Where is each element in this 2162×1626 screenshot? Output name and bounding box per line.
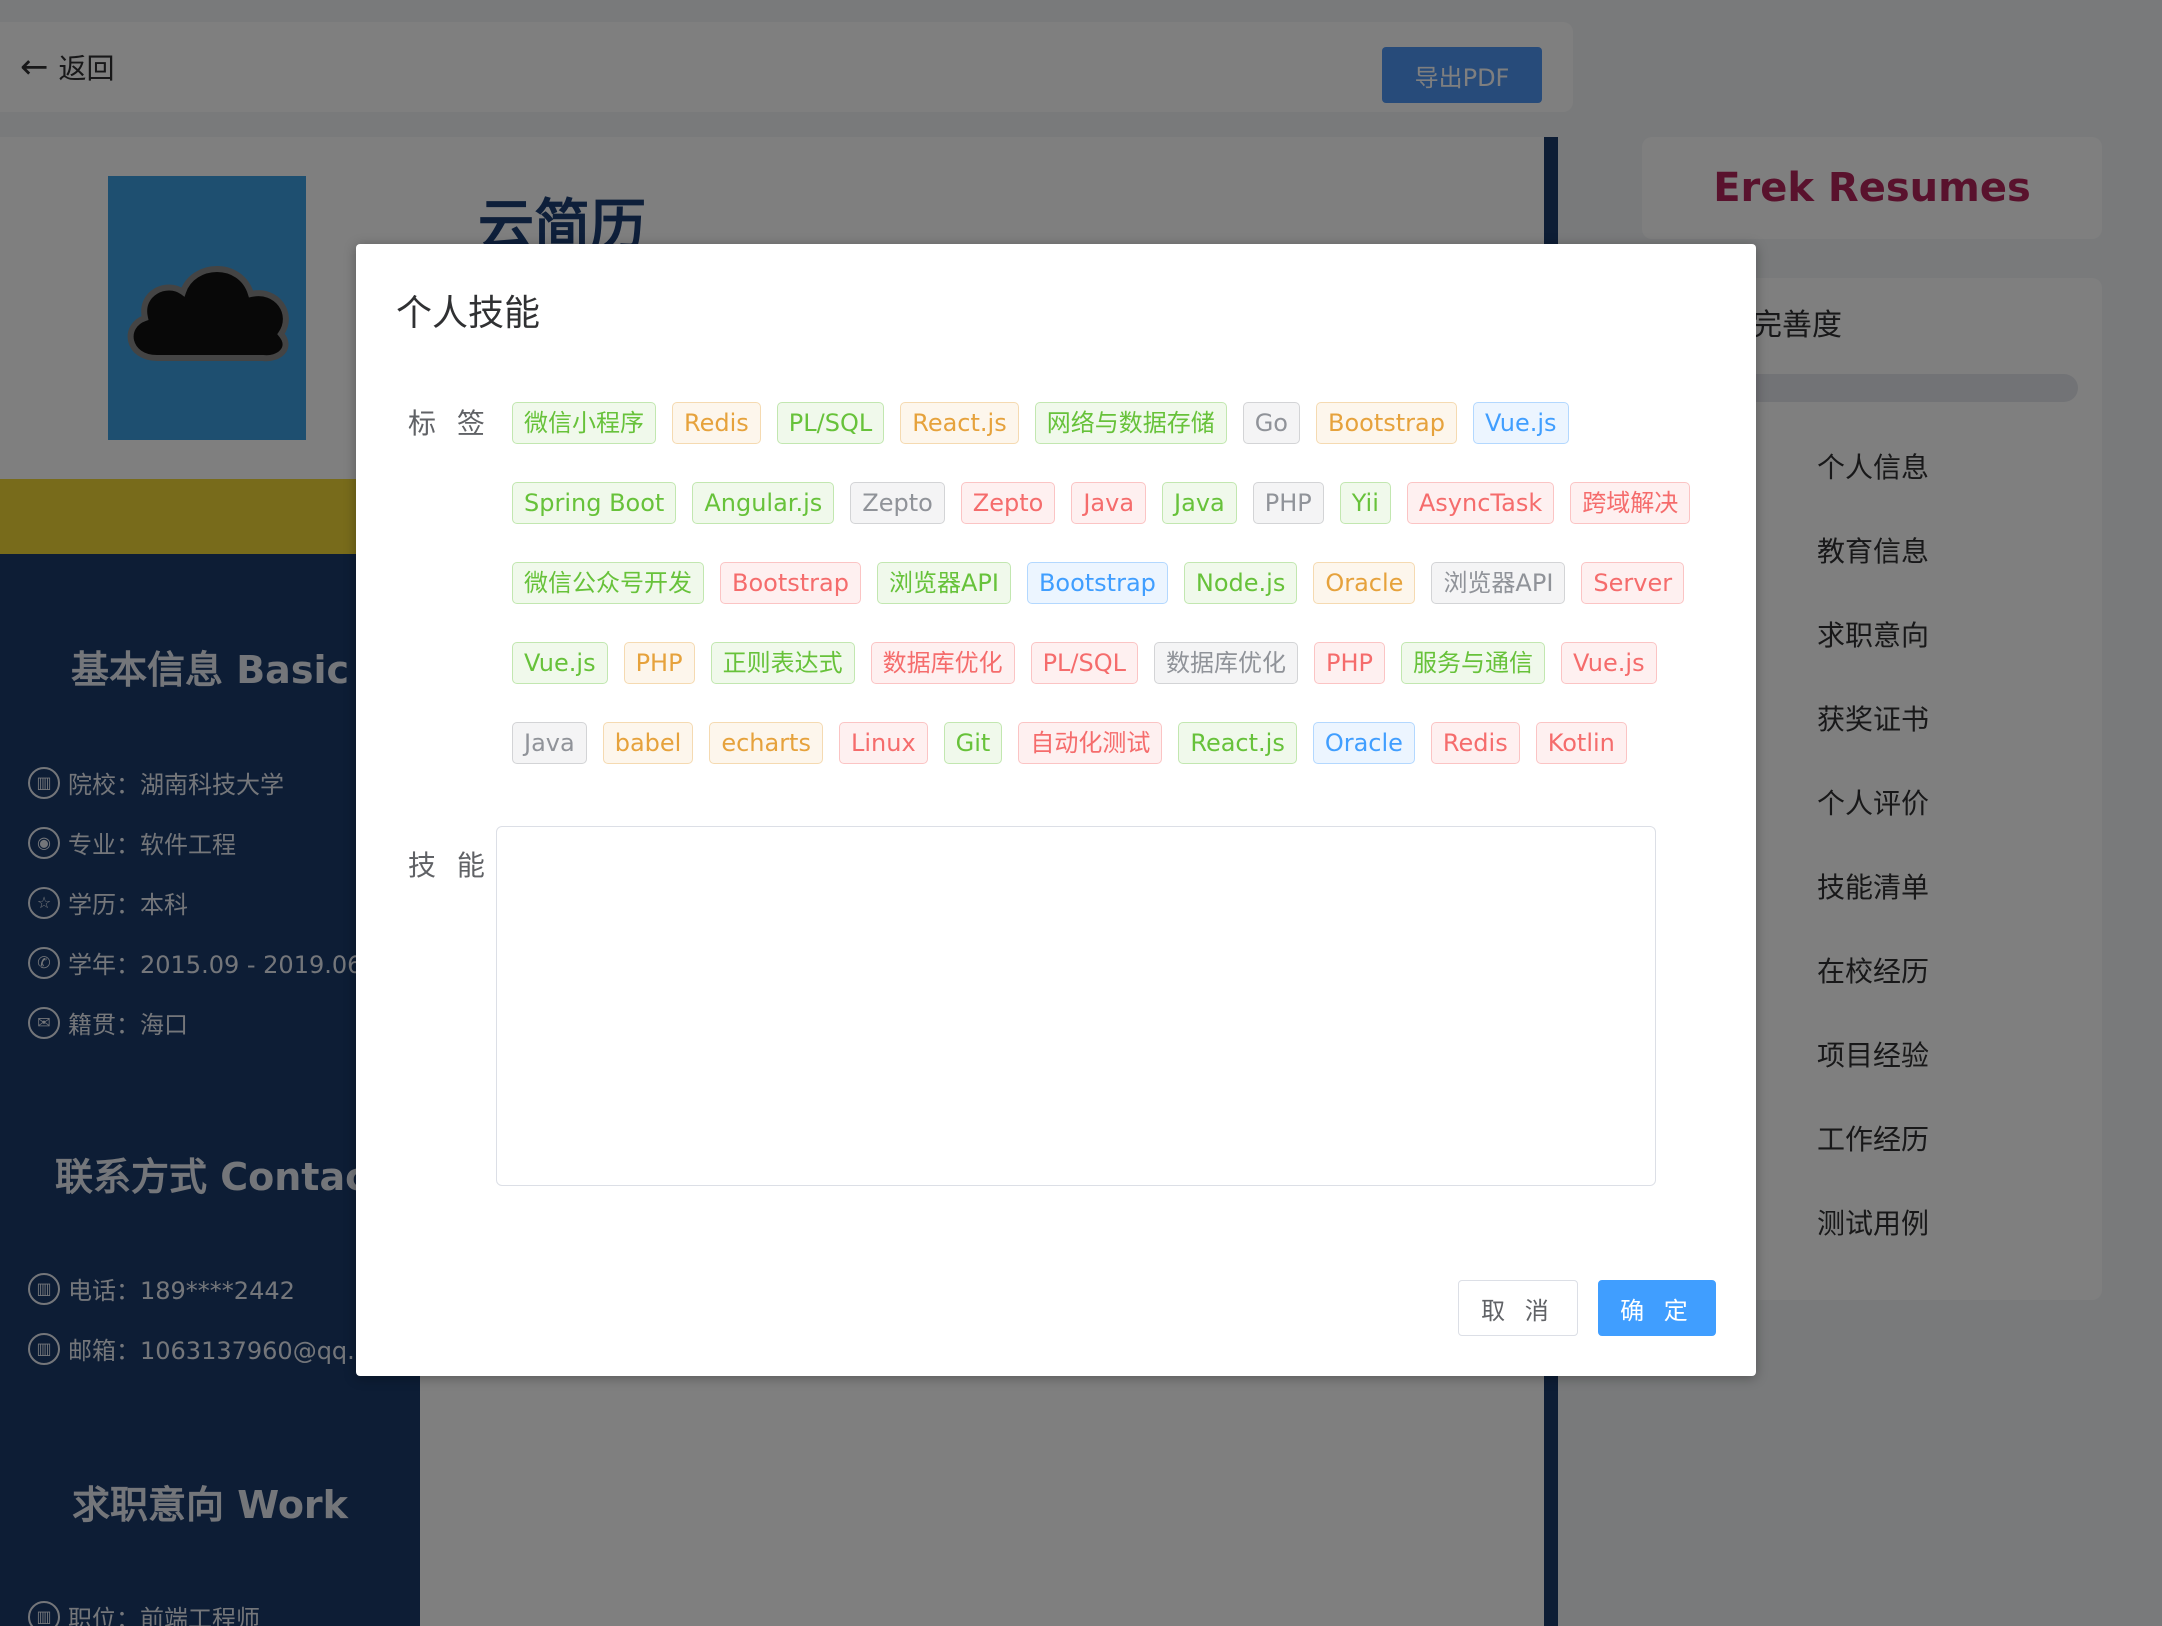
skill-tag[interactable]: Redis	[672, 402, 761, 444]
skill-tag[interactable]: Bootstrap	[1026, 562, 1168, 604]
skill-tag[interactable]: AsyncTask	[1406, 482, 1555, 524]
skill-tag[interactable]: PL/SQL	[776, 402, 885, 444]
skills-label: 技 能	[408, 849, 491, 882]
skill-tag[interactable]: PHP	[623, 642, 695, 684]
skill-tag[interactable]: React.js	[900, 402, 1019, 444]
skill-tag[interactable]: Bootstrap	[720, 562, 861, 604]
skill-tag[interactable]: echarts	[709, 722, 823, 764]
skill-tag[interactable]: Kotlin	[1535, 722, 1627, 764]
skill-tag[interactable]: 自动化测试	[1018, 722, 1163, 764]
skill-tag[interactable]: 跨域解决	[1570, 482, 1691, 524]
skill-tag[interactable]: 微信公众号开发	[512, 562, 704, 604]
skill-tag[interactable]: Angular.js	[692, 482, 835, 524]
skill-tag[interactable]: Spring Boot	[512, 482, 677, 524]
skill-tag[interactable]: Java	[1162, 482, 1237, 524]
skill-tag[interactable]: 服务与通信	[1401, 642, 1546, 684]
skill-tag[interactable]: Node.js	[1183, 562, 1298, 604]
skill-tag[interactable]: Redis	[1430, 722, 1520, 764]
skill-tag[interactable]: 浏览器API	[876, 562, 1011, 604]
tag-list: 微信小程序 Redis PL/SQL React.js 网络与数据存储 Go Bootstr…	[512, 402, 1712, 802]
skill-tag[interactable]: React.js	[1178, 722, 1297, 764]
skill-tag[interactable]: Zepto	[960, 482, 1056, 524]
skill-tag[interactable]: PL/SQL	[1030, 642, 1139, 684]
skill-tag[interactable]: 数据库优化	[870, 642, 1015, 684]
skill-tag[interactable]: babel	[602, 722, 694, 764]
skill-tag[interactable]: Zepto	[850, 482, 945, 524]
skill-tag[interactable]: Oracle	[1313, 562, 1416, 604]
cancel-button[interactable]: 取 消	[1458, 1280, 1578, 1336]
dialog-title: 个人技能	[396, 293, 541, 334]
skill-tag[interactable]: Vue.js	[512, 642, 608, 684]
confirm-button[interactable]: 确 定	[1598, 1280, 1716, 1336]
skill-tag[interactable]: Vue.js	[1561, 642, 1657, 684]
skill-tag[interactable]: Vue.js	[1472, 402, 1569, 444]
skills-textarea[interactable]	[496, 826, 1656, 1186]
skill-tag[interactable]: Linux	[838, 722, 928, 764]
skill-tag[interactable]: Yii	[1339, 482, 1391, 524]
skill-tag[interactable]: PHP	[1314, 642, 1386, 684]
skill-tag[interactable]: 微信小程序	[512, 402, 656, 444]
tags-label: 标 签	[408, 407, 491, 440]
skill-tag[interactable]: 正则表达式	[710, 642, 855, 684]
skill-tag[interactable]: Go	[1242, 402, 1300, 444]
skill-tag[interactable]: PHP	[1252, 482, 1324, 524]
skills-dialog: 个人技能 标 签 微信小程序 Redis PL/SQL React.js 网络与数据存储…	[356, 244, 1756, 1376]
skill-tag[interactable]: Oracle	[1312, 722, 1415, 764]
skill-tag[interactable]: 浏览器API	[1431, 562, 1566, 604]
skill-tag[interactable]: Bootstrap	[1315, 402, 1457, 444]
skill-tag[interactable]: Java	[1071, 482, 1147, 524]
skill-tag[interactable]: Server	[1581, 562, 1685, 604]
skill-tag[interactable]: 网络与数据存储	[1034, 402, 1227, 444]
skill-tag[interactable]: Java	[512, 722, 587, 764]
skill-tag[interactable]: 数据库优化	[1154, 642, 1299, 684]
skill-tag[interactable]: Git	[943, 722, 1003, 764]
